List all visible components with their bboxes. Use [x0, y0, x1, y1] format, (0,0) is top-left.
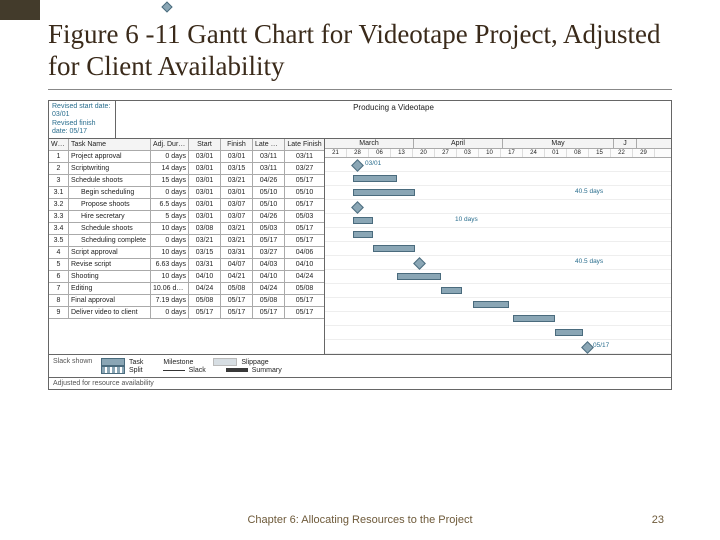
task-table: WBS Task Name Adj. Duration Start Finish…: [49, 139, 325, 354]
gantt-row: [325, 270, 671, 284]
timeline-pane: MarchAprilMayJ 2128061320270310172401081…: [325, 139, 671, 354]
task-bar: [353, 217, 373, 224]
milestone-icon: [581, 341, 594, 354]
corner-crop: [0, 0, 40, 20]
gantt-row: 40.5 days: [325, 186, 671, 200]
milestone-icon: [351, 201, 364, 214]
month-cell: March: [325, 139, 414, 148]
task-bar: [353, 231, 373, 238]
task-swatch: [101, 358, 125, 366]
col-dur: Adj. Duration: [151, 139, 189, 150]
task-bar: [397, 273, 441, 280]
revised-finish: Revised finish date: 05/17: [52, 120, 112, 137]
footer-chapter: Chapter 6: Allocating Resources to the P…: [0, 514, 720, 526]
legend-label: Slack shown: [53, 358, 101, 366]
task-bar: [373, 245, 415, 252]
adjustment-note: Adjusted for resource availability: [49, 377, 671, 389]
slide-root: Figure 6 -11 Gantt Chart for Videotape P…: [0, 0, 720, 540]
bar-annotation: 05/17: [593, 342, 609, 349]
task-row: 3.2Propose shoots6.5 days03/0103/0705/10…: [49, 199, 324, 211]
task-bar: [555, 329, 583, 336]
day-tick: 08: [567, 149, 589, 157]
gantt-row: 40.5 days: [325, 256, 671, 270]
day-tick: 21: [325, 149, 347, 157]
title-rule: [48, 89, 672, 90]
task-row: 8Final approval7.19 days05/0805/1705/080…: [49, 295, 324, 307]
milestone-icon: [351, 159, 364, 172]
col-finish: Finish: [221, 139, 253, 150]
day-tick: 10: [479, 149, 501, 157]
task-row: 9Deliver video to client0 days05/1705/17…: [49, 307, 324, 319]
gantt-row: [325, 242, 671, 256]
day-tick: 13: [391, 149, 413, 157]
slippage-swatch: [213, 358, 237, 366]
milestone-icon: [413, 257, 426, 270]
task-row: 3.4Schedule shoots10 days03/0803/2105/03…: [49, 223, 324, 235]
day-tick: 24: [523, 149, 545, 157]
task-row: 4Script approval10 days03/1503/3103/2704…: [49, 247, 324, 259]
gantt-row: [325, 200, 671, 214]
task-row: 5Revise script6.63 days03/3104/0704/0304…: [49, 259, 324, 271]
chart-header: Revised start date: 03/01 Revised finish…: [49, 101, 671, 140]
task-row: 3.5Scheduling complete0 days03/2103/2105…: [49, 235, 324, 247]
day-tick: 22: [611, 149, 633, 157]
month-cell: May: [503, 139, 614, 148]
slack-swatch: [163, 370, 185, 371]
task-row: 1Project approval0 days03/0103/0103/1103…: [49, 151, 324, 163]
page-number: 23: [652, 514, 664, 526]
legend: Slack shown Task Milestone Slippage Spli…: [49, 354, 671, 377]
month-cell: April: [414, 139, 503, 148]
task-bar: [473, 301, 509, 308]
task-bar: [353, 189, 415, 196]
gantt-row: [325, 228, 671, 242]
gantt-row: [325, 172, 671, 186]
gantt-row: [325, 326, 671, 340]
task-bar: [353, 175, 397, 182]
day-tick: 20: [413, 149, 435, 157]
col-start: Start: [189, 139, 221, 150]
milestone-swatch: [162, 1, 173, 12]
gantt-row: [325, 312, 671, 326]
col-name: Task Name: [69, 139, 151, 150]
task-row: 2Scriptwriting14 days03/0103/1503/1103/2…: [49, 163, 324, 175]
bar-annotation: 03/01: [365, 160, 381, 167]
col-wbs: WBS: [49, 139, 69, 150]
summary-swatch: [226, 368, 248, 372]
task-row: 3Schedule shoots15 days03/0103/2104/2605…: [49, 175, 324, 187]
gantt-row: 05/17: [325, 340, 671, 354]
gantt-row: 10 days: [325, 214, 671, 228]
day-tick: 03: [457, 149, 479, 157]
day-tick: 17: [501, 149, 523, 157]
gantt-row: 03/01: [325, 158, 671, 172]
day-tick: 27: [435, 149, 457, 157]
task-bar: [441, 287, 462, 294]
bar-annotation: 40.5 days: [575, 188, 603, 195]
day-tick: 28: [347, 149, 369, 157]
revision-dates: Revised start date: 03/01 Revised finish…: [49, 101, 116, 139]
day-tick: 06: [369, 149, 391, 157]
day-tick: 29: [633, 149, 655, 157]
bar-annotation: 10 days: [455, 216, 478, 223]
gantt-row: [325, 298, 671, 312]
task-bar: [513, 315, 555, 322]
revised-start: Revised start date: 03/01: [52, 103, 112, 120]
chart-title: Producing a Videotape: [116, 101, 671, 139]
figure-title: Figure 6 -11 Gantt Chart for Videotape P…: [48, 18, 672, 83]
month-cell: J: [614, 139, 637, 148]
task-row: 3.1Begin scheduling0 days03/0103/0105/10…: [49, 187, 324, 199]
split-swatch: [101, 366, 125, 374]
gantt-row: [325, 284, 671, 298]
task-row: 7Editing10.06 days04/2405/0804/2405/08: [49, 283, 324, 295]
bar-annotation: 40.5 days: [575, 258, 603, 265]
gantt-chart: Revised start date: 03/01 Revised finish…: [48, 100, 672, 391]
task-row: 3.3Hire secretary5 days03/0103/0704/2605…: [49, 211, 324, 223]
col-lf: Late Finish: [285, 139, 324, 150]
day-tick: 15: [589, 149, 611, 157]
col-ls: Late Start: [253, 139, 285, 150]
task-row: 6Shooting10 days04/1004/2104/1004/24: [49, 271, 324, 283]
day-tick: 01: [545, 149, 567, 157]
